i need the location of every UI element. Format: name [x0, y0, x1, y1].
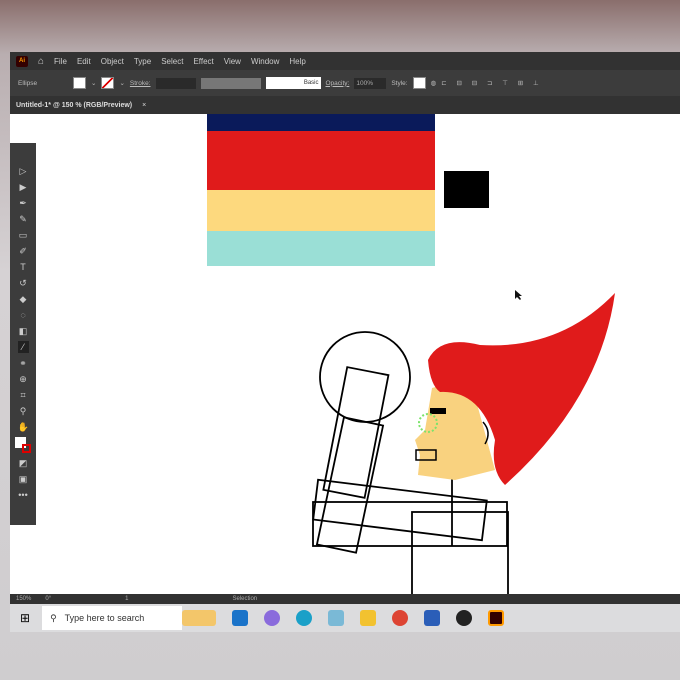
rotation-value[interactable]: 0°: [45, 596, 51, 602]
windows-start-icon[interactable]: ⊞: [20, 611, 30, 625]
current-tool: Selection: [232, 596, 258, 602]
leg-box: [411, 511, 509, 603]
stroke-weight-input[interactable]: [155, 77, 196, 89]
draw-mode-icon[interactable]: ◩: [18, 457, 29, 469]
illustrator-logo: Ai: [16, 55, 28, 67]
rotate-tool-icon[interactable]: ↺: [18, 277, 29, 289]
forearm: [315, 416, 385, 554]
zoom-tool-icon[interactable]: ⚲: [18, 405, 29, 417]
fill-swatch[interactable]: [73, 77, 86, 89]
opacity-input[interactable]: 100%: [354, 77, 387, 89]
flag-stripe-teal: [207, 231, 435, 266]
obs-icon[interactable]: [456, 610, 473, 626]
windows-taskbar: ⊞ ⚲ Type here to search: [10, 604, 680, 632]
flag-stripe-navy: [207, 114, 435, 131]
more-tools-icon[interactable]: •••: [18, 489, 29, 501]
menu-window[interactable]: Window: [251, 57, 279, 66]
fill-stroke-icon[interactable]: [15, 437, 31, 453]
curvature-tool-icon[interactable]: ✎: [18, 213, 29, 225]
menu-edit[interactable]: Edit: [77, 57, 91, 66]
taskbar-search[interactable]: ⚲ Type here to search: [42, 606, 183, 630]
direct-selection-tool-icon[interactable]: ▶: [18, 181, 29, 193]
menu-help[interactable]: Help: [289, 57, 305, 66]
black-square: [444, 171, 489, 208]
menu-bar: Ai ⌂ File Edit Object Type Select Effect…: [10, 52, 680, 70]
search-placeholder: Type here to search: [64, 613, 145, 623]
menu-view[interactable]: View: [224, 57, 241, 66]
gradient-tool-icon[interactable]: ◧: [18, 325, 29, 337]
file-explorer-icon[interactable]: [360, 610, 377, 626]
pen-tool-icon[interactable]: ✒: [18, 197, 29, 209]
search-highlight-icon: [182, 610, 217, 626]
brush-select[interactable]: Basic: [265, 77, 321, 89]
screen-mode-icon[interactable]: ▣: [18, 473, 29, 485]
lasso-tool-icon[interactable]: ◌: [18, 309, 29, 321]
copilot-icon[interactable]: [264, 610, 281, 626]
stroke-label[interactable]: Stroke:: [130, 80, 151, 87]
type-tool-icon[interactable]: T: [18, 261, 29, 273]
document-tab-bar: Untitled-1* @ 150 % (RGB/Preview) ×: [10, 96, 680, 114]
illustrator-taskbar-icon[interactable]: [488, 610, 505, 626]
home-icon[interactable]: ⌂: [38, 56, 44, 67]
selection-tool-icon[interactable]: ▷: [18, 165, 29, 177]
blend-tool-icon[interactable]: ⚭: [18, 357, 29, 369]
store-icon[interactable]: [328, 610, 345, 626]
edge-icon[interactable]: [296, 610, 313, 626]
cursor-icon: [515, 290, 522, 300]
chrome-icon[interactable]: [392, 610, 409, 626]
eye: [430, 408, 446, 414]
hand-tool-icon[interactable]: ✋: [18, 421, 29, 433]
mail-icon[interactable]: [232, 610, 249, 626]
selection-type: Ellipse: [18, 79, 38, 87]
menu-effect[interactable]: Effect: [193, 57, 213, 66]
upper-arm: [322, 366, 390, 499]
align-icons[interactable]: ⊏ ⊟ ⊟ ⊐ ⊤ ⊞ ⊥: [441, 79, 542, 87]
artboard-tool-icon[interactable]: ⌗: [18, 389, 29, 401]
opacity-label[interactable]: Opacity:: [326, 80, 350, 87]
artboard-number[interactable]: 1: [125, 596, 128, 602]
paintbrush-tool-icon[interactable]: ✐: [18, 245, 29, 257]
menu-object[interactable]: Object: [101, 57, 124, 66]
shape-builder-tool-icon[interactable]: ⊕: [18, 373, 29, 385]
zoom-level[interactable]: 150%: [16, 596, 31, 602]
stroke-swatch[interactable]: [101, 77, 115, 89]
artwork: [207, 114, 615, 603]
word-icon[interactable]: [424, 610, 441, 626]
menu-file[interactable]: File: [54, 57, 67, 66]
close-tab-icon[interactable]: ×: [142, 102, 146, 109]
status-bar: 150% 0° 1 Selection: [10, 594, 680, 604]
flag-stripe-red: [207, 131, 435, 190]
rectangle-tool-icon[interactable]: ▭: [18, 229, 29, 241]
variable-width-field[interactable]: [200, 77, 261, 89]
menu-select[interactable]: Select: [161, 57, 183, 66]
menu-type[interactable]: Type: [134, 57, 151, 66]
globe-icon[interactable]: ◍: [431, 79, 437, 87]
eraser-tool-icon[interactable]: ◆: [18, 293, 29, 305]
style-swatch[interactable]: [412, 77, 426, 89]
tools-panel: ▷ ▶ ✒ ✎ ▭ ✐ T ↺ ◆ ◌ ◧ ⁄ ⚭ ⊕ ⌗ ⚲ ✋ ◩ ▣ ••…: [10, 143, 36, 525]
brush-label: Basic: [303, 80, 319, 86]
document-tab[interactable]: Untitled-1* @ 150 % (RGB/Preview): [16, 102, 132, 109]
artboard-canvas[interactable]: [10, 114, 680, 603]
flag-stripe-yellow: [207, 190, 435, 231]
search-icon: ⚲: [50, 612, 57, 623]
eyedropper-tool-icon[interactable]: ⁄: [17, 341, 29, 353]
head-circle: [319, 331, 411, 423]
style-label: Style:: [391, 79, 408, 87]
torso-bar: [312, 478, 488, 542]
control-bar: Ellipse ⌄ ⌄ Stroke: Basic Opacity: 100% …: [10, 70, 680, 96]
